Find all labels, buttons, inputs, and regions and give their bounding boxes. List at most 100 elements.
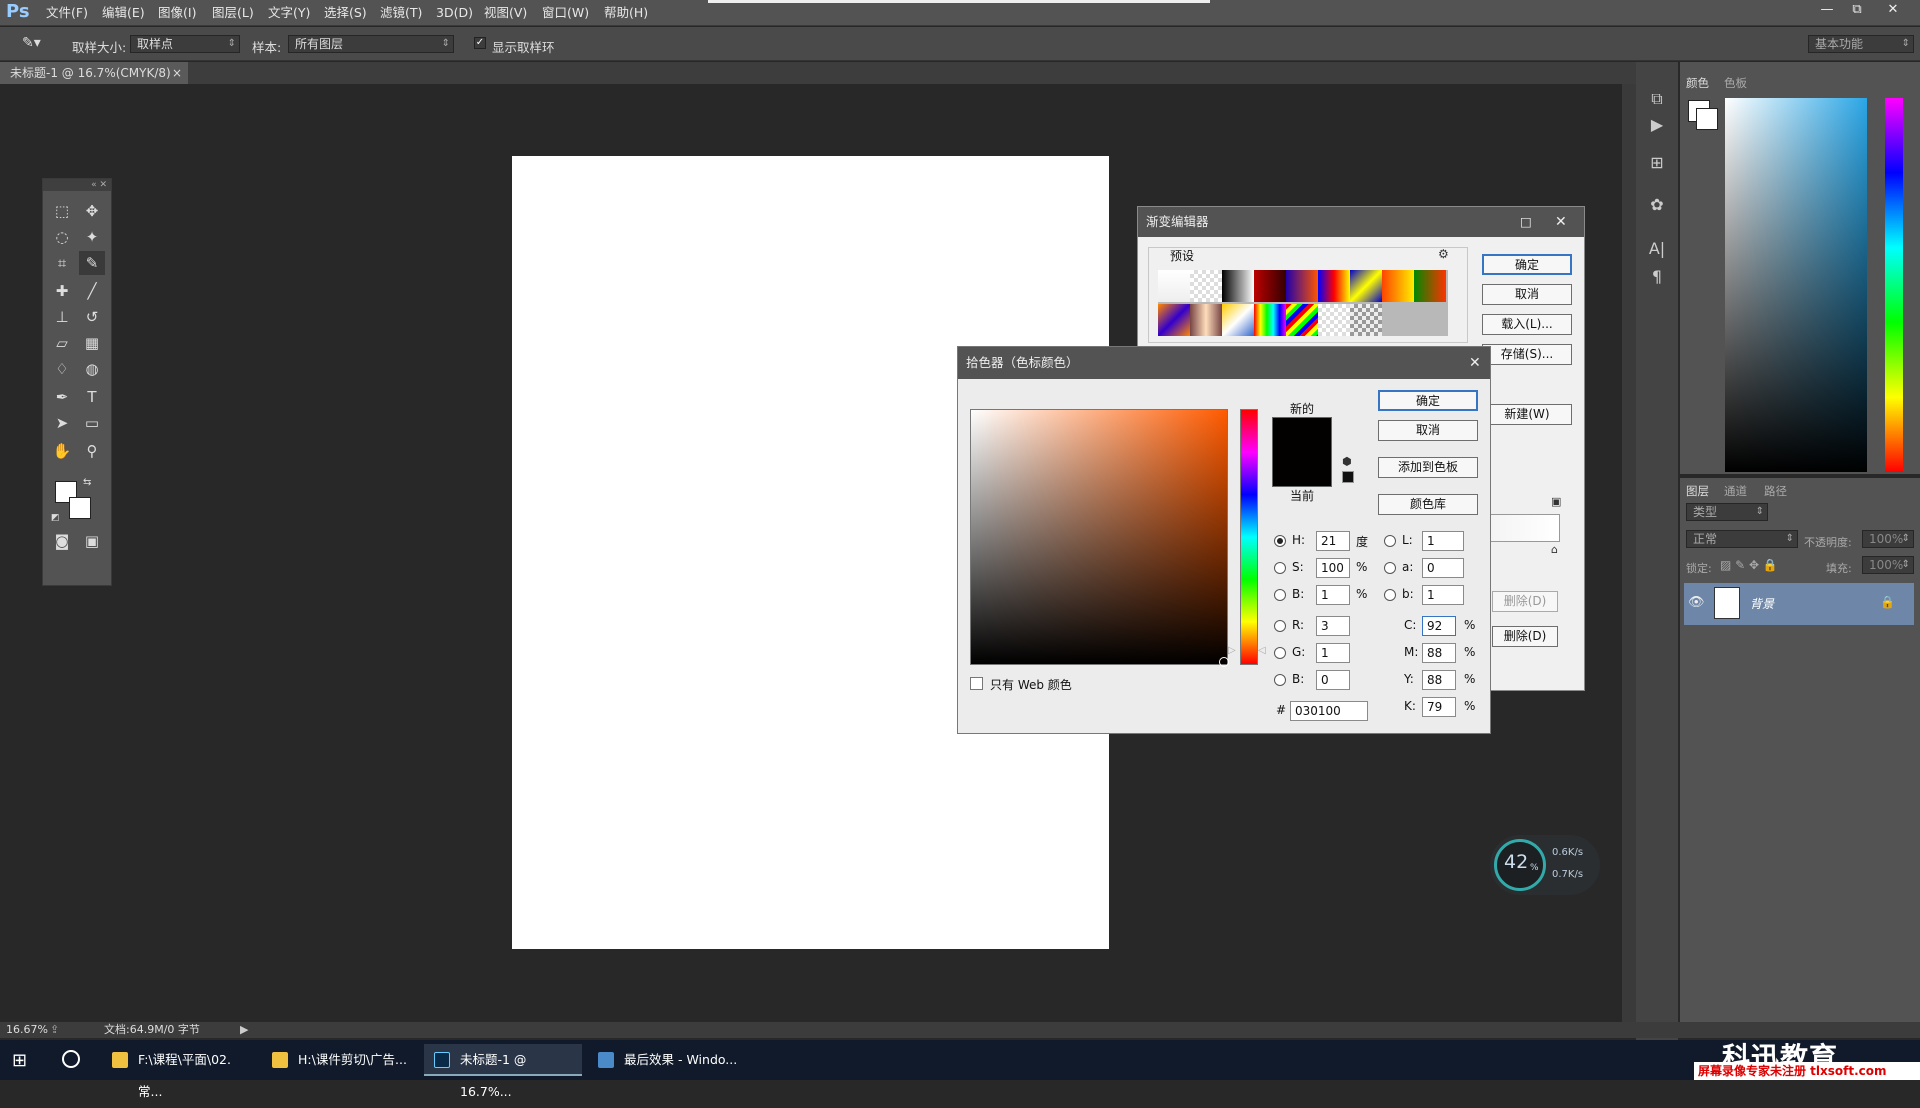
sample-size-select[interactable]: 取样点 xyxy=(130,35,240,53)
screen-mode-icon[interactable]: ▣ xyxy=(79,529,105,553)
h-field[interactable]: 21 xyxy=(1316,531,1350,551)
menu-layer[interactable]: 图层(L) xyxy=(212,0,254,26)
swap-colors-icon[interactable]: ⇆ xyxy=(83,477,91,488)
hue-slider[interactable] xyxy=(1240,409,1258,665)
ge-new-button[interactable]: 新建(W) xyxy=(1482,404,1572,425)
preset-swatches[interactable] xyxy=(1158,270,1448,336)
crop-tool-icon[interactable]: ⌗ xyxy=(49,251,75,275)
menu-help[interactable]: 帮助(H) xyxy=(604,0,648,26)
panel-hue-strip[interactable] xyxy=(1885,98,1903,472)
blend-mode-select[interactable]: 正常 xyxy=(1686,530,1798,548)
lock-icons[interactable]: ▨ ✎ ✥ 🔒 xyxy=(1720,558,1778,572)
gamut-warning-cube-icon[interactable]: ⬢ xyxy=(1342,455,1352,468)
character-panel-icon[interactable]: A| xyxy=(1642,236,1672,262)
menu-select[interactable]: 选择(S) xyxy=(324,0,367,26)
taskbar-explorer-1[interactable]: F:\课程\平面\02.常... xyxy=(102,1044,252,1099)
export-icon[interactable]: ⇪ xyxy=(50,1022,59,1038)
gradient-editor-close-icon[interactable]: ✕ xyxy=(1555,207,1567,237)
web-only-checkbox[interactable] xyxy=(970,677,983,690)
k-field[interactable]: 79 xyxy=(1422,697,1456,717)
path-select-icon[interactable]: ➤ xyxy=(49,411,75,435)
eyedropper-tool-icon[interactable]: ✎ xyxy=(79,251,105,275)
opacity-stop-icon[interactable]: ▣ xyxy=(1551,495,1561,508)
pen-tool-icon[interactable]: ✒ xyxy=(49,385,75,409)
shape-tool-icon[interactable]: ▭ xyxy=(79,411,105,435)
picker-ok-button[interactable]: 确定 xyxy=(1378,390,1478,411)
color-picker-close-icon[interactable]: ✕ xyxy=(1469,347,1481,379)
eyedropper-tool-preset-icon[interactable]: ✎▾ xyxy=(22,35,54,53)
workspace-select[interactable]: 基本功能 xyxy=(1808,35,1914,53)
layers-tab[interactable]: 图层 xyxy=(1686,483,1709,499)
close-button[interactable]: ✕ xyxy=(1880,0,1906,20)
presets-gear-icon[interactable]: ⚙ xyxy=(1438,247,1449,261)
y-field[interactable]: 88 xyxy=(1422,670,1456,690)
background-color-swatch[interactable] xyxy=(69,497,91,519)
b-radio[interactable] xyxy=(1274,589,1286,601)
move-tool-icon[interactable]: ✥ xyxy=(79,199,105,223)
lab-b-field[interactable]: 1 xyxy=(1422,585,1464,605)
menu-image[interactable]: 图像(I) xyxy=(158,0,196,26)
field-picker-ring[interactable] xyxy=(1219,657,1229,667)
lab-b-radio[interactable] xyxy=(1384,589,1396,601)
menu-view[interactable]: 视图(V) xyxy=(484,0,527,26)
quick-mask-icon[interactable]: ◙ xyxy=(49,529,75,553)
show-ring-checkbox[interactable]: ✓ xyxy=(474,37,486,49)
b-field[interactable]: 1 xyxy=(1316,585,1350,605)
hue-slider-right-arrow-icon[interactable]: ◁ xyxy=(1258,645,1266,656)
picker-cancel-button[interactable]: 取消 xyxy=(1378,420,1478,441)
layer-kind-filter[interactable]: 类型 xyxy=(1686,503,1768,521)
ge-cancel-button[interactable]: 取消 xyxy=(1482,284,1572,305)
layer-row-background[interactable]: 👁 背景 🔒 xyxy=(1684,583,1914,625)
h-radio[interactable] xyxy=(1274,535,1286,547)
color-picker-titlebar[interactable]: 拾色器（色标颜色） ✕ xyxy=(958,347,1490,379)
a-field[interactable]: 0 xyxy=(1422,558,1464,578)
history-panel-icon[interactable]: ⧉ xyxy=(1642,86,1672,112)
vertical-scrollbar[interactable] xyxy=(1622,84,1636,1028)
menu-3d[interactable]: 3D(D) xyxy=(436,0,473,26)
type-tool-icon[interactable]: T xyxy=(79,385,105,409)
layer-name[interactable]: 背景 xyxy=(1750,595,1774,612)
color-libraries-button[interactable]: 颜色库 xyxy=(1378,494,1478,515)
magic-wand-icon[interactable]: ✦ xyxy=(79,225,105,249)
eraser-tool-icon[interactable]: ▱ xyxy=(49,331,75,355)
g-radio[interactable] xyxy=(1274,647,1286,659)
brush-panel-icon[interactable]: ✿ xyxy=(1642,192,1672,218)
color-stop-icon[interactable]: ⌂ xyxy=(1551,543,1558,556)
web-safe-square-icon[interactable] xyxy=(1342,471,1354,483)
maximize-icon[interactable]: □ xyxy=(1520,207,1532,237)
dodge-tool-icon[interactable]: ◍ xyxy=(79,357,105,381)
hex-field[interactable]: 030100 xyxy=(1290,701,1368,721)
document-tab-close[interactable]: × xyxy=(172,62,182,84)
ge-load-button[interactable]: 载入(L)... xyxy=(1482,314,1572,335)
taskbar-explorer-2[interactable]: H:\课件剪切\广告... xyxy=(262,1044,412,1076)
restore-button[interactable]: ⧉ xyxy=(1844,0,1870,20)
toolbox-header[interactable]: « ✕ xyxy=(43,179,111,191)
gradient-tool-icon[interactable]: ▦ xyxy=(79,331,105,355)
stamp-tool-icon[interactable]: ⊥ xyxy=(49,305,75,329)
taskbar-photo-viewer[interactable]: 最后效果 - Windo... xyxy=(588,1044,748,1076)
paragraph-panel-icon[interactable]: ¶ xyxy=(1642,264,1672,290)
saturation-brightness-field[interactable] xyxy=(970,409,1229,667)
fill-field[interactable]: 100% xyxy=(1862,556,1914,574)
g-field[interactable]: 1 xyxy=(1316,643,1350,663)
sample-select[interactable]: 所有图层 xyxy=(288,35,454,53)
menu-type[interactable]: 文字(Y) xyxy=(268,0,310,26)
menu-window[interactable]: 窗口(W) xyxy=(542,0,589,26)
paths-tab[interactable]: 路径 xyxy=(1764,483,1787,499)
ge-save-button[interactable]: 存储(S)... xyxy=(1482,344,1572,365)
zoom-tool-icon[interactable]: ⚲ xyxy=(79,439,105,463)
menu-file[interactable]: 文件(F) xyxy=(46,0,88,26)
blur-tool-icon[interactable]: ♢ xyxy=(49,357,75,381)
ge-delete-button-2[interactable]: 删除(D) xyxy=(1492,626,1558,647)
panel-background-swatch[interactable] xyxy=(1696,108,1718,130)
adjustments-panel-icon[interactable]: ⊞ xyxy=(1642,150,1672,176)
ge-delete-button-1[interactable]: 删除(D) xyxy=(1492,591,1558,612)
swatches-tab[interactable]: 色板 xyxy=(1724,75,1747,91)
l-field[interactable]: 1 xyxy=(1422,531,1464,551)
opacity-field[interactable]: 100% xyxy=(1862,530,1914,548)
minimize-button[interactable]: — xyxy=(1814,0,1840,20)
ge-ok-button[interactable]: 确定 xyxy=(1482,254,1572,275)
r-field[interactable]: 3 xyxy=(1316,616,1350,636)
add-to-swatches-button[interactable]: 添加到色板 xyxy=(1378,457,1478,478)
zoom-level[interactable]: 16.67% xyxy=(6,1022,48,1038)
